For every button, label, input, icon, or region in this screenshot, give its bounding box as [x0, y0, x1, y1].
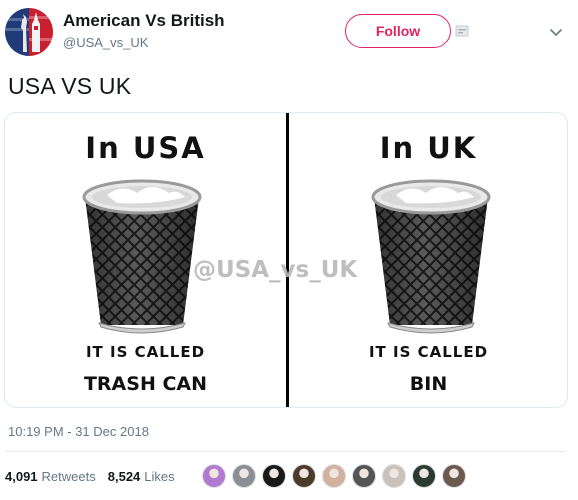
panel-caption-usa: IT IS CALLED — [85, 343, 206, 361]
liker-avatar-7[interactable] — [382, 464, 406, 488]
follow-extension-icon[interactable] — [455, 24, 469, 38]
usa-uk-landmark-avatar-icon — [5, 8, 53, 56]
liker-avatar-1[interactable] — [202, 464, 226, 488]
liker-avatar-5[interactable] — [322, 464, 346, 488]
stats-divider — [5, 451, 565, 452]
panel-title-usa: In USA — [85, 131, 206, 165]
display-name[interactable]: American Vs British — [63, 11, 225, 31]
liker-avatars — [202, 462, 472, 490]
liker-avatar-6[interactable] — [352, 464, 376, 488]
liker-avatar-3[interactable] — [262, 464, 286, 488]
retweets-label[interactable]: Retweets — [42, 469, 96, 484]
panel-name-usa: TRASH CAN — [83, 373, 208, 395]
panel-title-uk: In UK — [379, 131, 478, 165]
tweet-header: American Vs British @USA_vs_UK Follow — [0, 0, 578, 70]
tweet-text: USA VS UK — [8, 73, 132, 99]
image-watermark: @USA_vs_UK — [193, 257, 358, 283]
panel-name-uk: BIN — [409, 373, 448, 395]
tweet-timestamp[interactable]: 10:19 PM - 31 Dec 2018 — [8, 424, 149, 439]
panel-caption-uk: IT IS CALLED — [368, 343, 489, 361]
retweets-count[interactable]: 4,091 — [5, 469, 38, 484]
liker-avatar-9[interactable] — [442, 464, 466, 488]
follow-button[interactable]: Follow — [345, 14, 451, 48]
liker-avatar-2[interactable] — [232, 464, 256, 488]
chevron-down-icon[interactable] — [548, 24, 564, 40]
tweet-stats: 4,091 Retweets 8,524 Likes — [5, 462, 187, 490]
likes-label[interactable]: Likes — [144, 469, 174, 484]
liker-avatar-4[interactable] — [292, 464, 316, 488]
bin-icon — [371, 179, 491, 334]
tweet-media-image[interactable]: In USA IT IS CALLED TRASH CAN In UK IT I… — [4, 112, 568, 408]
likes-count[interactable]: 8,524 — [108, 469, 141, 484]
trash-can-icon — [82, 179, 202, 334]
user-handle[interactable]: @USA_vs_UK — [63, 35, 148, 50]
profile-avatar[interactable] — [5, 8, 53, 56]
liker-avatar-8[interactable] — [412, 464, 436, 488]
